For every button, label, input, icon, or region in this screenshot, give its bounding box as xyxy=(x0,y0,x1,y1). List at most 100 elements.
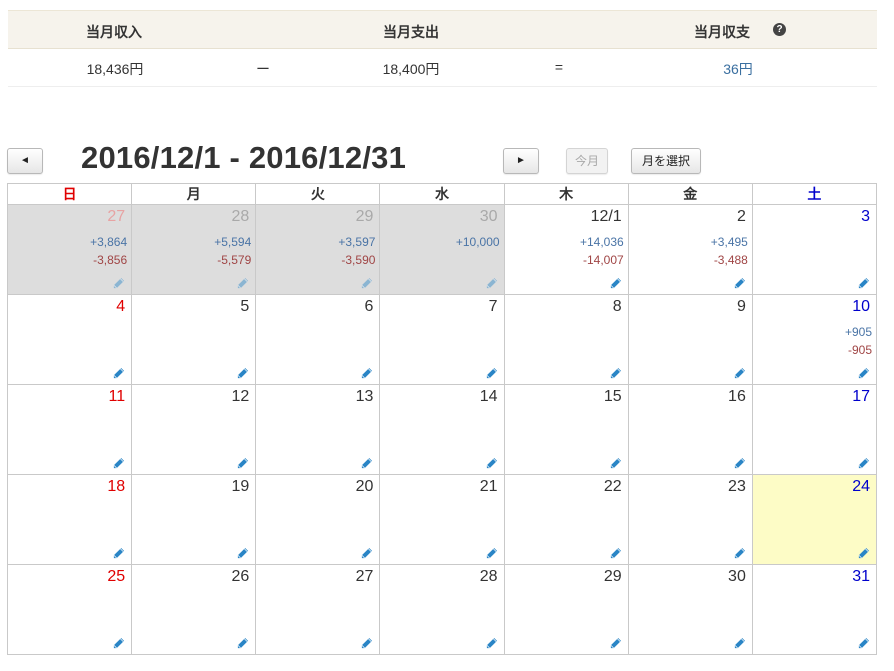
calendar-day-cell[interactable]: 8 xyxy=(503,294,629,385)
pencil-icon[interactable] xyxy=(485,367,498,380)
pencil-icon[interactable] xyxy=(236,277,249,290)
pencil-icon[interactable] xyxy=(733,547,746,560)
calendar-day-cell[interactable]: 27 xyxy=(255,564,381,655)
next-month-button[interactable]: ► xyxy=(503,148,539,174)
pencil-icon[interactable] xyxy=(485,637,498,650)
day-expense: -3,590 xyxy=(341,253,376,267)
calendar-day-cell[interactable]: 9 xyxy=(627,294,753,385)
select-month-button[interactable]: 月を選択 xyxy=(631,148,701,174)
day-income: +3,864 xyxy=(90,235,128,249)
calendar-day-cell[interactable]: 21 xyxy=(379,474,505,565)
equals-sign: = xyxy=(554,59,564,75)
pencil-icon[interactable] xyxy=(733,367,746,380)
pencil-icon[interactable] xyxy=(112,547,125,560)
pencil-icon[interactable] xyxy=(236,367,249,380)
pencil-icon[interactable] xyxy=(360,367,373,380)
pencil-icon[interactable] xyxy=(236,547,249,560)
calendar-day-cell[interactable]: 13 xyxy=(255,384,381,475)
calendar-day-cell[interactable]: 10 +905 -905 xyxy=(751,294,878,385)
balance-value: 36円 xyxy=(723,61,753,77)
day-income: +10,000 xyxy=(455,235,500,249)
pencil-icon[interactable] xyxy=(609,367,622,380)
calendar-day-cell[interactable]: 26 xyxy=(131,564,257,655)
pencil-icon[interactable] xyxy=(112,457,125,470)
day-number: 20 xyxy=(355,478,374,495)
day-expense: -3,856 xyxy=(93,253,128,267)
calendar-week-row: 27 +3,864 -3,856 28 +5,594 -5,579 29 +3,597 -3,5… xyxy=(6,204,878,295)
pencil-icon[interactable] xyxy=(857,547,870,560)
calendar-day-cell[interactable]: 5 xyxy=(131,294,257,385)
pencil-icon[interactable] xyxy=(236,637,249,650)
day-number: 30 xyxy=(479,208,498,225)
calendar-day-cell[interactable]: 30 +10,000 xyxy=(379,204,505,295)
pencil-icon[interactable] xyxy=(112,367,125,380)
calendar-day-cell[interactable]: 12 xyxy=(131,384,257,475)
calendar-day-cell[interactable]: 29 +3,597 -3,590 xyxy=(255,204,381,295)
pencil-icon[interactable] xyxy=(857,367,870,380)
pencil-icon[interactable] xyxy=(485,457,498,470)
calendar-day-cell[interactable]: 4 xyxy=(6,294,133,385)
this-month-button[interactable]: 今月 xyxy=(566,148,608,174)
question-circle-icon[interactable]: ? xyxy=(773,23,786,36)
day-number: 8 xyxy=(612,298,622,315)
pencil-icon[interactable] xyxy=(112,637,125,650)
day-number: 28 xyxy=(479,568,498,585)
day-number: 7 xyxy=(488,298,498,315)
calendar-day-cell[interactable]: 6 xyxy=(255,294,381,385)
calendar-day-cell[interactable]: 18 xyxy=(6,474,133,565)
day-number: 4 xyxy=(116,298,126,315)
pencil-icon[interactable] xyxy=(609,637,622,650)
pencil-icon[interactable] xyxy=(609,547,622,560)
calendar-day-cell[interactable]: 16 xyxy=(627,384,753,475)
calendar-day-cell[interactable]: 15 xyxy=(503,384,629,475)
day-number: 11 xyxy=(108,388,126,405)
pencil-icon[interactable] xyxy=(857,277,870,290)
calendar-day-cell[interactable]: 29 xyxy=(503,564,629,655)
weekday-monday: 月 xyxy=(131,183,257,205)
pencil-icon[interactable] xyxy=(609,277,622,290)
calendar-day-cell[interactable]: 30 xyxy=(627,564,753,655)
pencil-icon[interactable] xyxy=(733,277,746,290)
calendar-day-cell[interactable]: 28 +5,594 -5,579 xyxy=(131,204,257,295)
pencil-icon[interactable] xyxy=(112,277,125,290)
calendar-day-cell[interactable]: 14 xyxy=(379,384,505,475)
pencil-icon[interactable] xyxy=(857,457,870,470)
weekday-thursday: 木 xyxy=(503,183,629,205)
calendar-day-cell[interactable]: 24 xyxy=(751,474,878,565)
calendar-day-cell[interactable]: 25 xyxy=(6,564,133,655)
pencil-icon[interactable] xyxy=(733,637,746,650)
prev-month-button[interactable]: ◄ xyxy=(7,148,43,174)
calendar-day-cell[interactable]: 27 +3,864 -3,856 xyxy=(6,204,133,295)
summary-values: 18,436円 ー 18,400円 = 36円 xyxy=(8,49,877,87)
pencil-icon[interactable] xyxy=(609,457,622,470)
weekday-friday: 金 xyxy=(627,183,753,205)
calendar-week-row: 25 26 27 28 29 30 31 xyxy=(6,564,878,655)
calendar-day-cell[interactable]: 19 xyxy=(131,474,257,565)
calendar-day-cell[interactable]: 23 xyxy=(627,474,753,565)
calendar-day-cell[interactable]: 2 +3,495 -3,488 xyxy=(627,204,753,295)
pencil-icon[interactable] xyxy=(360,637,373,650)
calendar-day-cell[interactable]: 28 xyxy=(379,564,505,655)
pencil-icon[interactable] xyxy=(485,277,498,290)
pencil-icon[interactable] xyxy=(236,457,249,470)
calendar-day-cell[interactable]: 7 xyxy=(379,294,505,385)
calendar-week-row: 4 5 6 7 8 9 10 +905 -905 xyxy=(6,294,878,385)
calendar-day-cell[interactable]: 31 xyxy=(751,564,878,655)
calendar-day-cell[interactable]: 20 xyxy=(255,474,381,565)
pencil-icon[interactable] xyxy=(360,277,373,290)
calendar-day-cell[interactable]: 12/1 +14,036 -14,007 xyxy=(503,204,629,295)
pencil-icon[interactable] xyxy=(857,637,870,650)
day-number: 29 xyxy=(355,208,374,225)
pencil-icon[interactable] xyxy=(360,457,373,470)
expense-label: 当月支出 xyxy=(383,24,439,40)
day-number: 15 xyxy=(603,388,622,405)
calendar-day-cell[interactable]: 22 xyxy=(503,474,629,565)
day-number: 22 xyxy=(603,478,622,495)
pencil-icon[interactable] xyxy=(360,547,373,560)
day-number: 21 xyxy=(479,478,498,495)
calendar-day-cell[interactable]: 17 xyxy=(751,384,878,475)
calendar-day-cell[interactable]: 11 xyxy=(6,384,133,475)
pencil-icon[interactable] xyxy=(733,457,746,470)
pencil-icon[interactable] xyxy=(485,547,498,560)
calendar-day-cell[interactable]: 3 xyxy=(751,204,878,295)
